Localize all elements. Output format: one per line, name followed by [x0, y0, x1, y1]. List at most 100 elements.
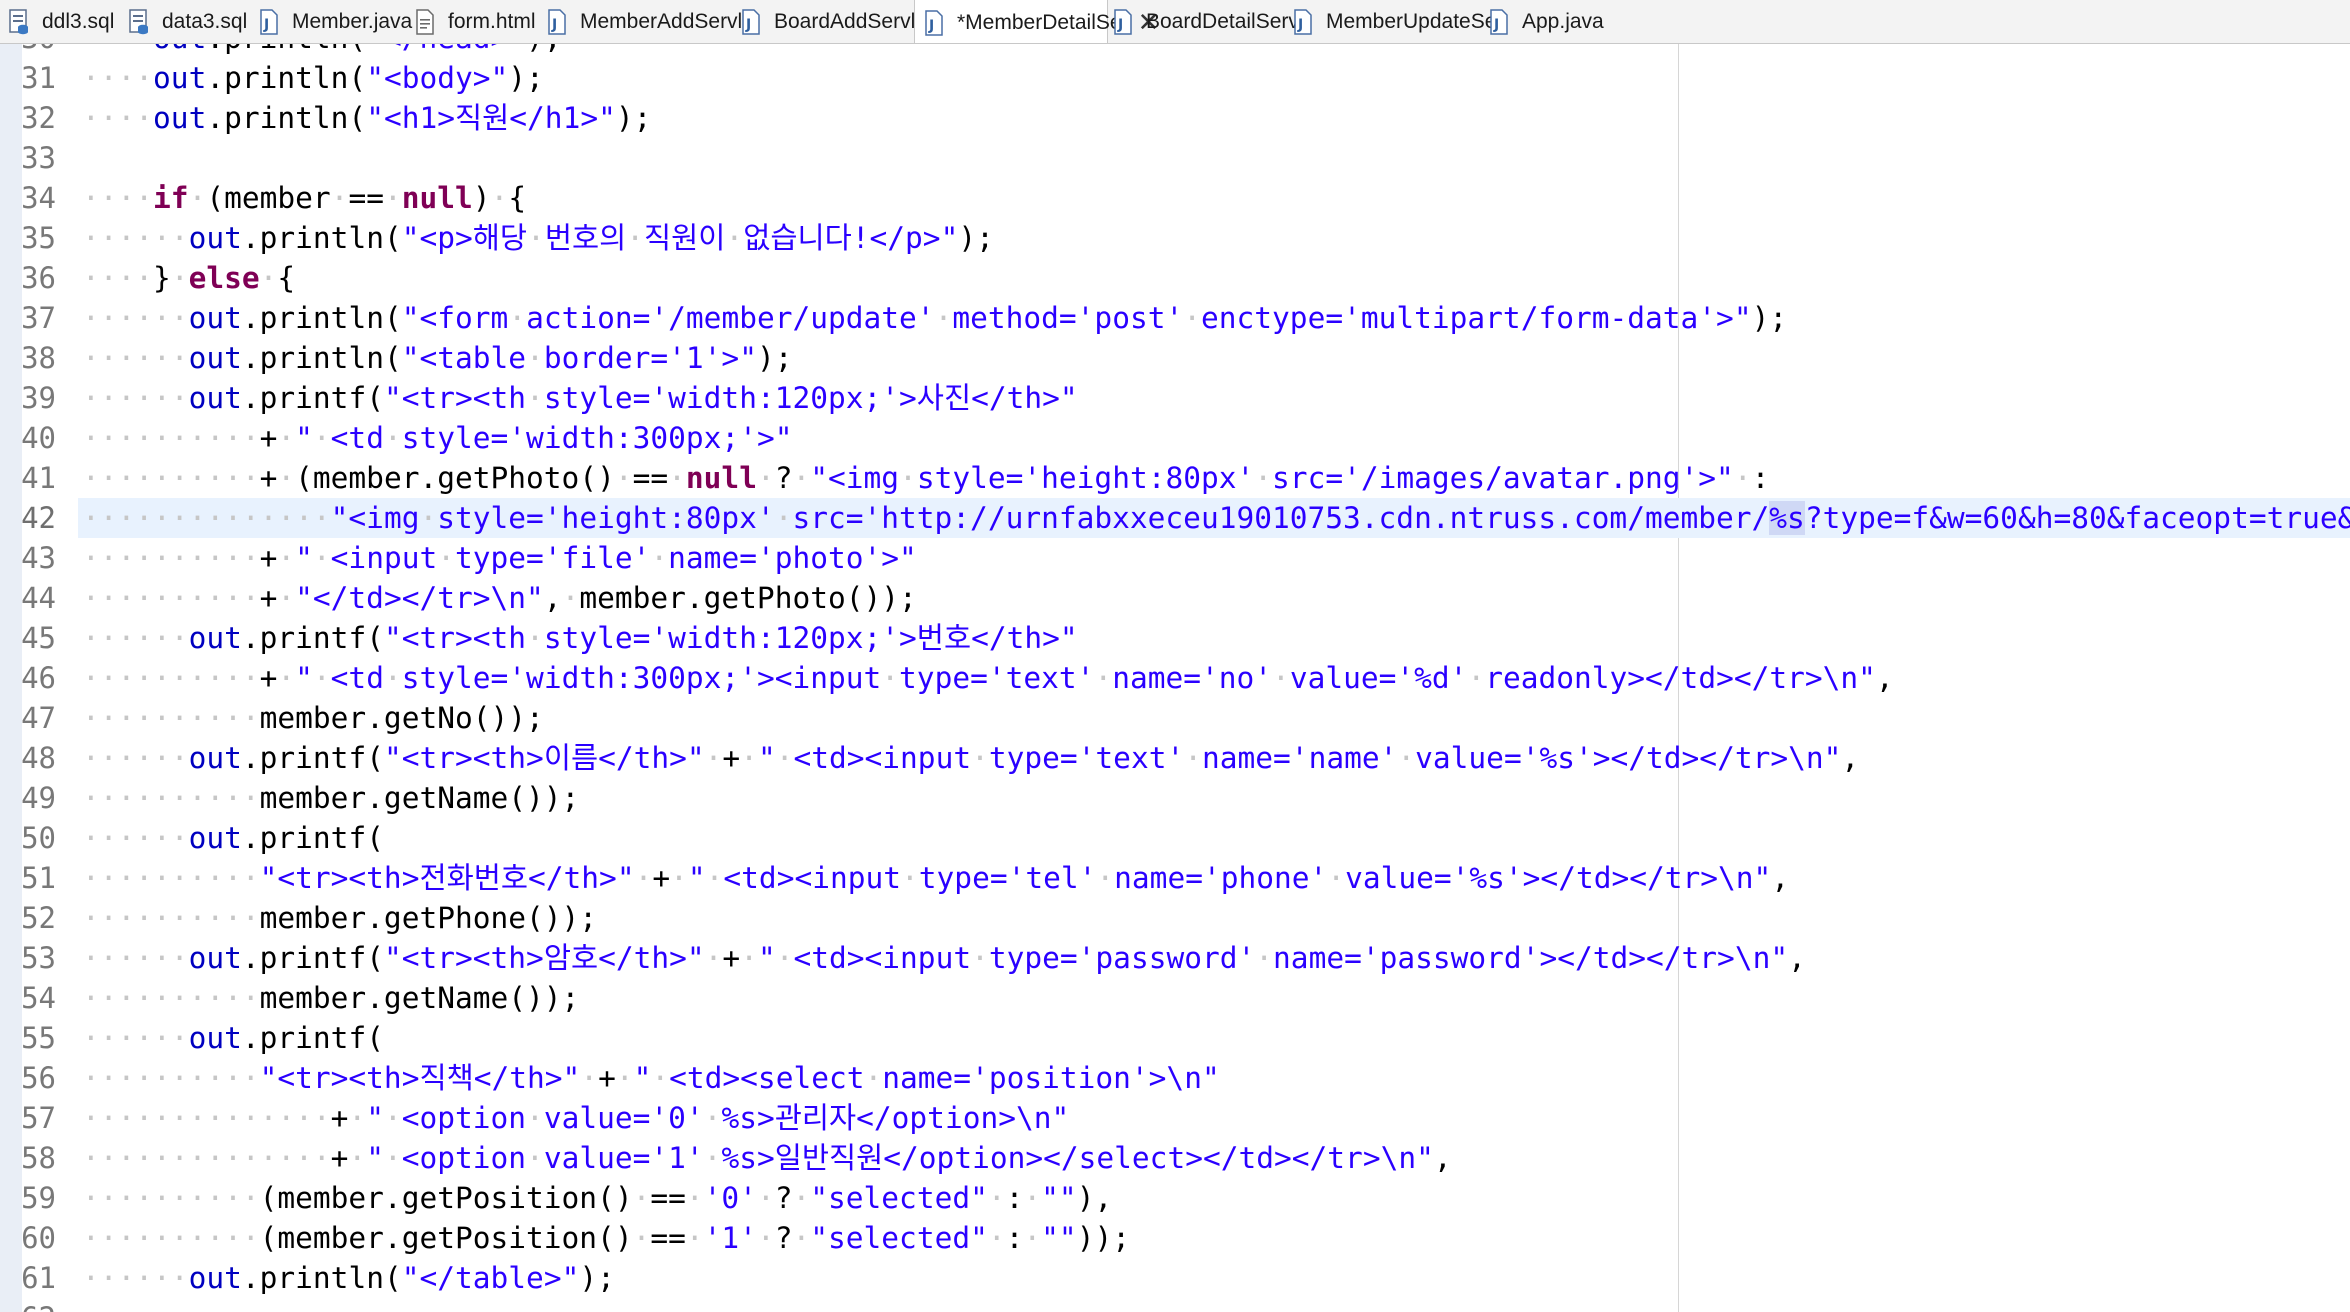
editor-tab-1[interactable]: ddl3.sql: [8, 0, 128, 43]
tab-label: MemberUpdateSer: [1326, 10, 1504, 33]
line-number: 42: [21, 501, 56, 535]
code-line[interactable]: 39 ······out.printf("<tr><th·style='width…: [0, 378, 2350, 418]
line-highlight: [78, 1298, 2350, 1312]
code-line[interactable]: 45 ······out.printf("<tr><th·style='width…: [0, 618, 2350, 658]
code-line[interactable]: 62: [0, 1298, 2350, 1312]
code-lines: 30 ····out.println("</head>"); 31 ····out.p…: [0, 44, 2350, 1312]
code-line[interactable]: 30 ····out.println("</head>");: [0, 44, 2350, 58]
code-text: ······out.printf("<tr><th>암호</th>"·+·"·<…: [82, 941, 1806, 975]
tab-label: BoardDetailServ: [1146, 10, 1299, 33]
tab-label: App.java: [1522, 10, 1604, 33]
tab-label: MemberAddServle: [580, 10, 754, 33]
code-line[interactable]: 49 ··········member.getName());: [0, 778, 2350, 818]
code-text: ··············+·"·<option·value='1'·%s>일…: [82, 1141, 1452, 1175]
editor-tab-7[interactable]: J *MemberDetailSe ✕: [914, 0, 1159, 43]
java-file-icon: J: [923, 9, 945, 36]
code-line[interactable]: 46 ··········+·"·<td·style='width:300px;'…: [0, 658, 2350, 698]
code-line[interactable]: 47 ··········member.getNo());: [0, 698, 2350, 738]
line-number: 44: [21, 581, 56, 615]
code-line[interactable]: 36 ····}·else·{: [0, 258, 2350, 298]
editor-tab-6[interactable]: J BoardAddServlet: [740, 0, 933, 43]
line-highlight: [78, 1018, 2350, 1058]
code-line[interactable]: 44 ··········+·"</td></tr>\n",·member.get…: [0, 578, 2350, 618]
code-line[interactable]: 61 ······out.println("</table>");: [0, 1258, 2350, 1298]
code-text: ······out.println("</table>");: [82, 1261, 615, 1295]
code-text: ······out.printf("<tr><th>이름</th>"·+·"·<…: [82, 741, 1860, 775]
code-line[interactable]: 33: [0, 138, 2350, 178]
code-line[interactable]: 48 ······out.printf("<tr><th>이름</th>"·+·"…: [0, 738, 2350, 778]
line-number: 32: [21, 101, 56, 135]
svg-text:J: J: [1493, 17, 1499, 33]
code-line[interactable]: 54 ··········member.getName());: [0, 978, 2350, 1018]
code-text: ··········+·(member.getPhoto()·==·null·?…: [82, 461, 1770, 495]
tab-label: form.html: [448, 10, 536, 33]
code-text: ··········+·"·<td·style='width:300px;'>": [82, 421, 793, 455]
editor-tab-9[interactable]: J MemberUpdateSer: [1292, 0, 1503, 43]
code-line[interactable]: 57 ··············+·"·<option·value='0'·%s…: [0, 1098, 2350, 1138]
line-number: 61: [21, 1261, 56, 1295]
line-number: 41: [21, 461, 56, 495]
line-number: 51: [21, 861, 56, 895]
code-line[interactable]: 38 ······out.println("<table·border='1'>"…: [0, 338, 2350, 378]
code-line[interactable]: 55 ······out.printf(: [0, 1018, 2350, 1058]
line-highlight: [78, 258, 2350, 298]
svg-text:J: J: [551, 17, 557, 33]
java-file-icon: J: [1488, 9, 1510, 35]
code-line[interactable]: 42 ··············"<img·style='height:80px…: [0, 498, 2350, 538]
line-number: 45: [21, 621, 56, 655]
code-text: ··········member.getNo());: [82, 701, 544, 735]
editor-tab-8[interactable]: J BoardDetailServ: [1112, 0, 1299, 43]
line-highlight: [78, 818, 2350, 858]
java-file-icon: J: [546, 9, 568, 35]
code-line[interactable]: 32 ····out.println("<h1>직원</h1>");: [0, 98, 2350, 138]
code-text: ······out.printf(: [82, 821, 384, 855]
code-text: ··········+·"</td></tr>\n",·member.getPh…: [82, 581, 917, 615]
java-file-icon: J: [258, 9, 280, 35]
editor-tab-5[interactable]: J MemberAddServle: [546, 0, 754, 43]
line-number: 46: [21, 661, 56, 695]
code-line[interactable]: 56 ··········"<tr><th>직책</th>"·+·"·<td><s…: [0, 1058, 2350, 1098]
code-text: ··········member.getName());: [82, 981, 580, 1015]
code-text: ······out.printf(: [82, 1021, 384, 1055]
code-line[interactable]: 60 ··········(member.getPosition()·==·'1'…: [0, 1218, 2350, 1258]
code-line[interactable]: 51 ··········"<tr><th>전화번호</th>"·+·"·<td>…: [0, 858, 2350, 898]
java-file-icon: J: [1112, 9, 1134, 35]
line-number: 34: [21, 181, 56, 215]
code-text: ··········(member.getPosition()·==·'0'·?…: [82, 1181, 1113, 1215]
editor-tab-bar: ddl3.sql data3.sql J Member.java form.html J M…: [0, 0, 2350, 44]
code-line[interactable]: 58 ··············+·"·<option·value='1'·%s…: [0, 1138, 2350, 1178]
java-file-icon: J: [740, 9, 762, 35]
editor-tab-3[interactable]: J Member.java: [258, 0, 414, 43]
line-number: 59: [21, 1181, 56, 1215]
html-file-icon: [414, 9, 436, 35]
svg-text:J: J: [745, 17, 751, 33]
code-line[interactable]: 52 ··········member.getPhone());: [0, 898, 2350, 938]
code-line[interactable]: 31 ····out.println("<body>");: [0, 58, 2350, 98]
code-line[interactable]: 37 ······out.println("<form·action='/memb…: [0, 298, 2350, 338]
tab-label: data3.sql: [162, 10, 248, 33]
code-text: ······out.println("<p>해당·번호의·직원이·없습니다!</…: [82, 221, 994, 255]
line-number: 52: [21, 901, 56, 935]
tab-label: *MemberDetailSe: [957, 10, 1122, 34]
code-text: ······out.println("<table·border='1'>");: [82, 341, 793, 375]
code-line[interactable]: 40 ··········+·"·<td·style='width:300px;'…: [0, 418, 2350, 458]
line-number: 60: [21, 1221, 56, 1255]
code-line[interactable]: 35 ······out.println("<p>해당·번호의·직원이·없습니다!…: [0, 218, 2350, 258]
svg-text:J: J: [1117, 17, 1123, 33]
code-text: ····out.println("<h1>직원</h1>");: [82, 101, 652, 135]
code-editor[interactable]: 30 ····out.println("</head>"); 31 ····out.p…: [0, 44, 2350, 1312]
line-highlight: [78, 138, 2350, 178]
code-line[interactable]: 34 ····if·(member·==·null)·{: [0, 178, 2350, 218]
code-line[interactable]: 59 ··········(member.getPosition()·==·'0'…: [0, 1178, 2350, 1218]
line-number: 58: [21, 1141, 56, 1175]
line-number: 40: [21, 421, 56, 455]
editor-tab-4[interactable]: form.html: [414, 0, 546, 43]
line-number: 53: [21, 941, 56, 975]
editor-tab-2[interactable]: data3.sql: [128, 0, 258, 43]
code-line[interactable]: 41 ··········+·(member.getPhoto()·==·null…: [0, 458, 2350, 498]
code-line[interactable]: 43 ··········+·"·<input·type='file'·name=…: [0, 538, 2350, 578]
code-text: ····out.println("<body>");: [82, 61, 544, 95]
code-line[interactable]: 53 ······out.printf("<tr><th>암호</th>"·+·"…: [0, 938, 2350, 978]
editor-tab-10[interactable]: J App.java: [1488, 0, 1608, 43]
code-line[interactable]: 50 ······out.printf(: [0, 818, 2350, 858]
